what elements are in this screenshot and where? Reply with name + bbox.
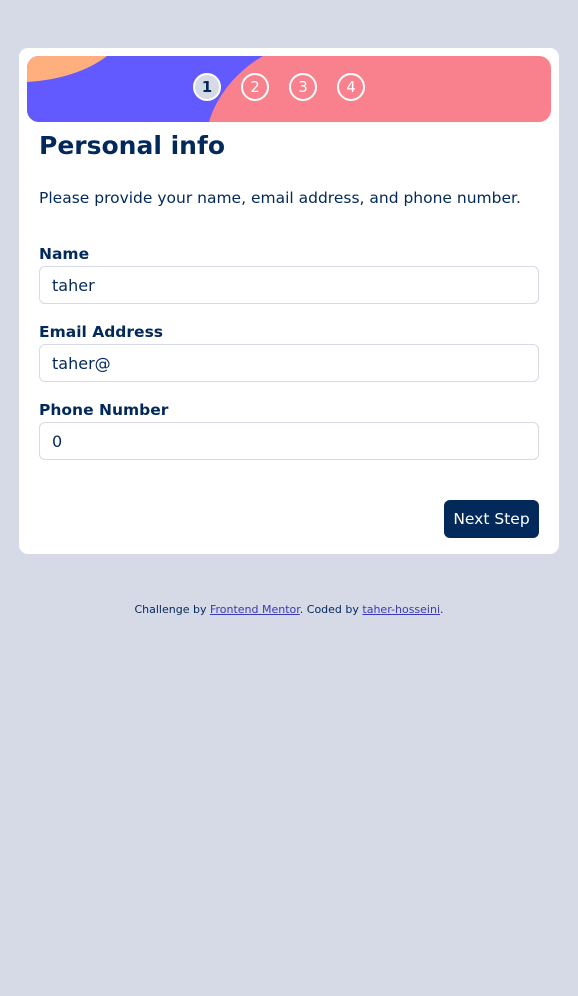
step-4-indicator[interactable]: 4 xyxy=(337,73,365,101)
step-1-indicator[interactable]: 1 xyxy=(193,73,221,101)
phone-input[interactable] xyxy=(39,422,539,460)
frontend-mentor-link[interactable]: Frontend Mentor xyxy=(210,603,300,616)
name-input[interactable] xyxy=(39,266,539,304)
attribution-suffix: . xyxy=(440,603,444,616)
page-title: Personal info xyxy=(39,131,226,160)
form-card: 1 2 3 4 Personal info Please provide you… xyxy=(19,48,559,554)
phone-label: Phone Number xyxy=(39,401,169,419)
step-2-indicator[interactable]: 2 xyxy=(241,73,269,101)
attribution-middle: . Coded by xyxy=(299,603,359,616)
page-description: Please provide your name, email address,… xyxy=(39,189,521,207)
email-input[interactable] xyxy=(39,344,539,382)
next-step-button[interactable]: Next Step xyxy=(444,500,539,538)
step-3-indicator[interactable]: 3 xyxy=(289,73,317,101)
attribution: Challenge by Frontend Mentor. Coded by t… xyxy=(0,603,578,616)
steps-banner: 1 2 3 4 xyxy=(27,56,551,122)
attribution-prefix: Challenge by xyxy=(134,603,207,616)
author-link[interactable]: taher-hosseini xyxy=(362,603,440,616)
name-label: Name xyxy=(39,245,90,263)
email-label: Email Address xyxy=(39,323,164,341)
